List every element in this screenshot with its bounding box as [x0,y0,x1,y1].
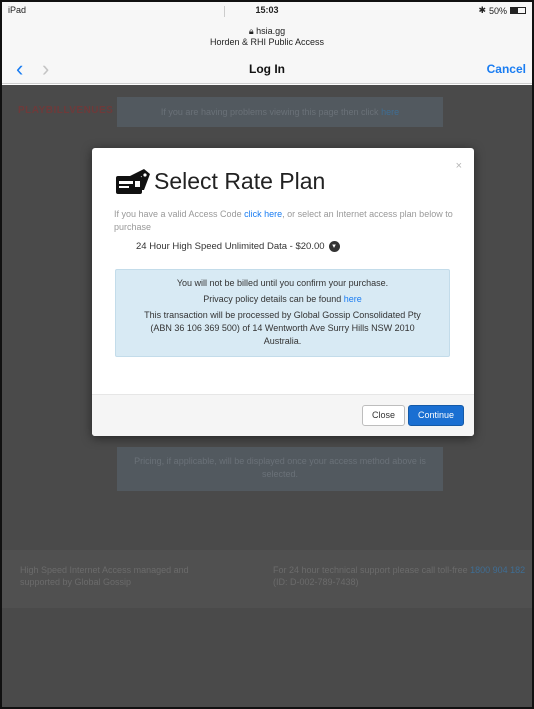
cancel-button[interactable]: Cancel [487,62,526,76]
access-code-link[interactable]: click here [244,209,282,219]
billing-info-box: You will not be billed until you confirm… [115,269,450,357]
banner-here-link[interactable]: here [381,107,399,117]
processor-notice: This transaction will be processed by Gl… [144,310,421,346]
browser-bar: 🔒︎ hsia.gg Horden & RHI Public Access ‹ … [2,20,532,84]
screen-frame: iPad 15:03 ✱ 50% 🔒︎ hsia.gg Horden & RHI… [0,0,534,709]
battery-percent: 50% [488,5,507,16]
modal-header: Select Rate Plan [114,166,325,196]
footer: High Speed Internet Access managed and s… [2,550,532,608]
chevron-down-icon[interactable]: ▾ [328,241,340,252]
footer-support: For 24 hour technical support please cal… [273,564,532,588]
bluetooth-icon: ✱ [478,5,486,15]
privacy-text: Privacy policy details can be found [203,294,342,304]
plan-label: 24 Hour High Speed Unlimited Data - $20.… [136,241,325,252]
continue-button[interactable]: Continue [407,405,464,426]
support-phone-link[interactable]: 1800 904 182 [470,565,525,575]
status-bar: iPad 15:03 ✱ 50% [2,2,532,20]
help-banner: If you are having problems viewing this … [117,97,443,127]
url-display[interactable]: 🔒︎ hsia.gg Horden & RHI Public Access [2,26,532,48]
lock-icon: 🔒︎ [248,26,254,36]
privacy-here-link[interactable]: here [344,294,362,304]
battery-fill [511,8,518,13]
footer-support-text: For 24 hour technical support please cal… [273,565,468,575]
status-time: 15:03 [255,5,279,15]
status-right: ✱ 50% [478,5,526,16]
intro-prefix: If you have a valid Access Code [114,209,242,219]
nav-row: ‹ › Log In Cancel [2,58,532,82]
page-title: Log In [249,62,285,76]
close-button[interactable]: Close [361,405,405,426]
url-domain: hsia.gg [256,26,286,36]
pricing-notice: Pricing, if applicable, will be displaye… [117,447,443,491]
modal-footer: Close Continue [92,394,474,436]
rate-plan-modal: × Select Rate Plan If you have a valid A… [92,148,474,436]
modal-intro: If you have a valid Access Code click he… [114,208,454,234]
support-id: (ID: D-002-789-7438) [273,577,359,587]
venue-logo: PLAYBILLVENUES [18,105,114,116]
ticket-icon [116,169,150,194]
plan-option[interactable]: 24 Hour High Speed Unlimited Data - $20.… [136,241,340,252]
privacy-line: Privacy policy details can be found here [116,293,449,306]
billing-notice: You will not be billed until you confirm… [176,278,389,288]
banner-text: If you are having problems viewing this … [160,107,379,117]
footer-managed-text: High Speed Internet Access managed and s… [20,565,189,587]
battery-icon [510,7,526,14]
site-name: Horden & RHI Public Access [209,37,325,47]
close-x-icon[interactable]: × [456,160,462,172]
modal-title: Select Rate Plan [154,167,326,194]
